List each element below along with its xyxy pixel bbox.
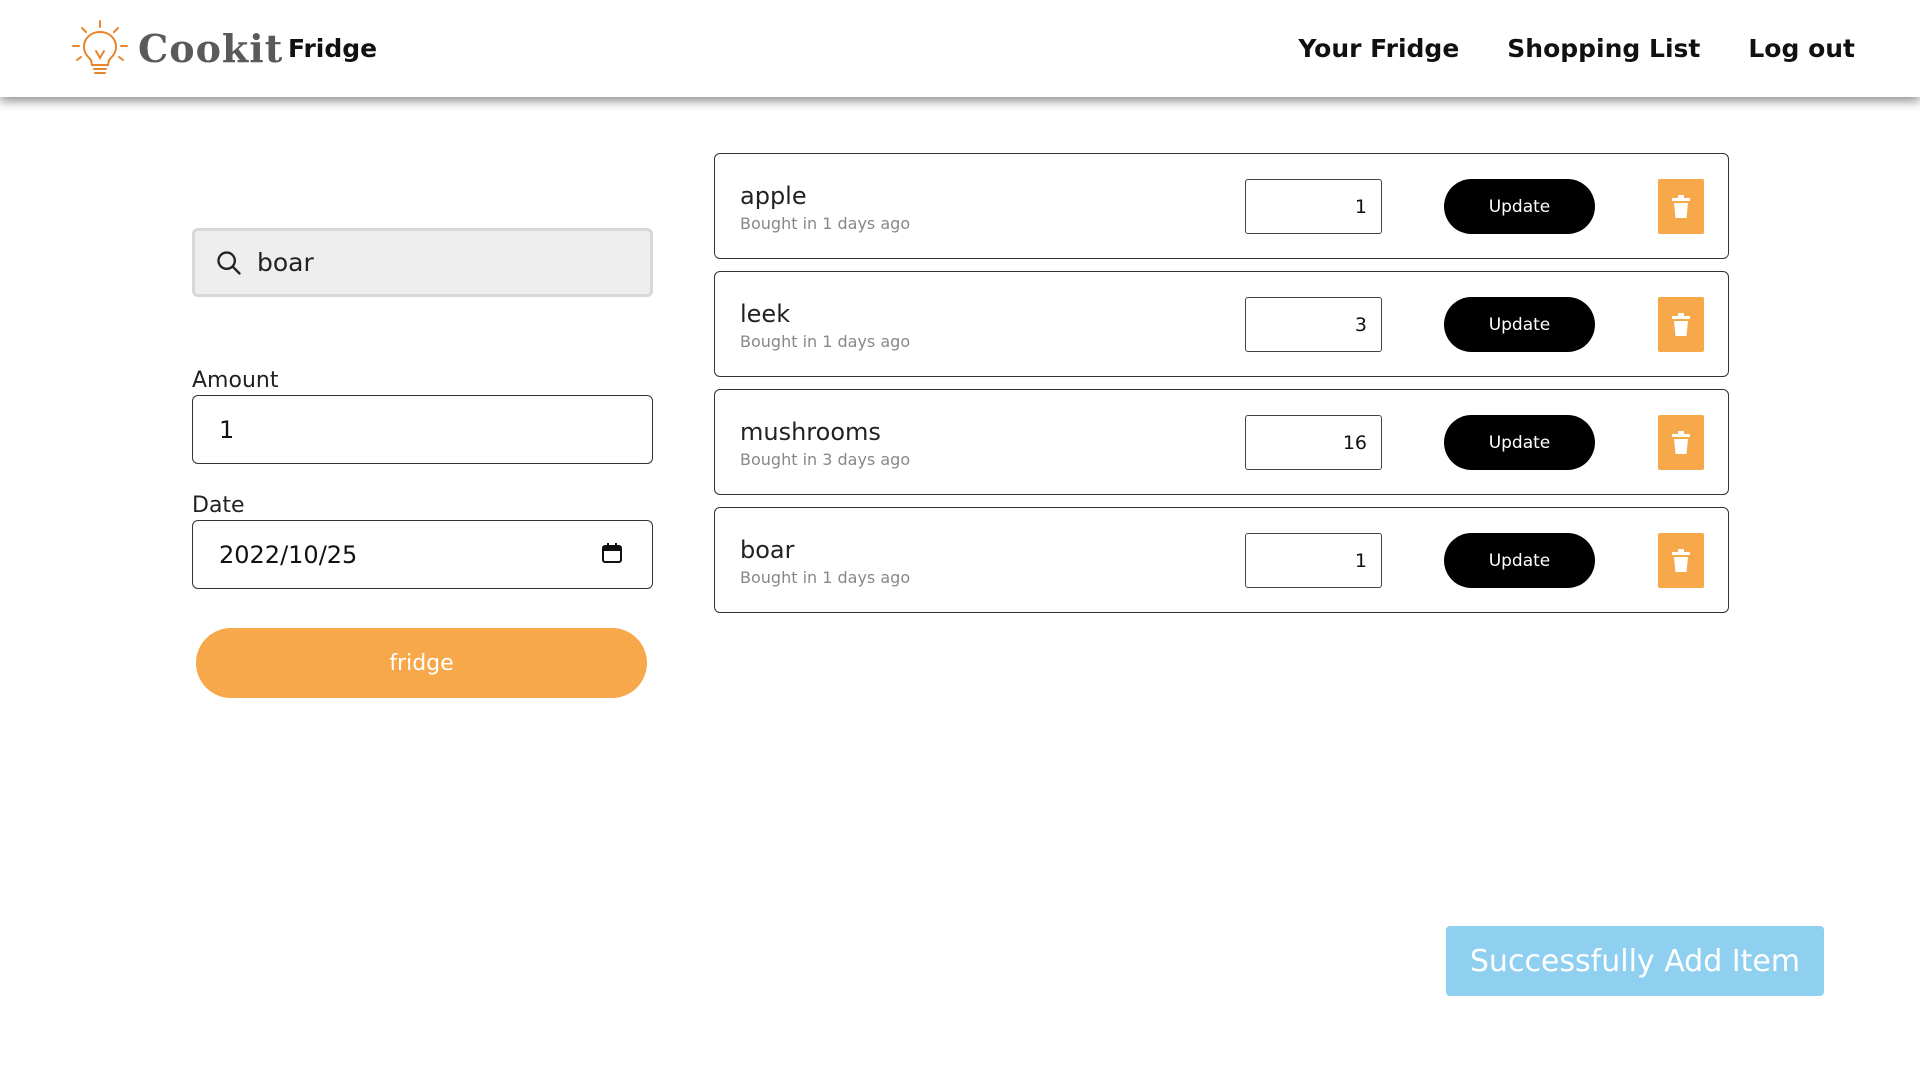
search-input[interactable] bbox=[257, 248, 637, 277]
amount-label: Amount bbox=[192, 368, 279, 393]
delete-button[interactable] bbox=[1658, 415, 1704, 470]
item-bought-date: Bought in 1 days ago bbox=[740, 214, 911, 233]
update-button[interactable]: Update bbox=[1444, 179, 1595, 234]
item-name: mushrooms bbox=[740, 418, 881, 446]
delete-button[interactable] bbox=[1658, 533, 1704, 588]
trash-icon bbox=[1672, 548, 1690, 572]
trash-icon bbox=[1672, 194, 1690, 218]
update-button[interactable]: Update bbox=[1444, 297, 1595, 352]
brand-name: Cookit bbox=[138, 25, 284, 71]
delete-button[interactable] bbox=[1658, 179, 1704, 234]
list-item: boar Bought in 1 days ago Update bbox=[714, 507, 1729, 613]
trash-icon bbox=[1672, 312, 1690, 336]
amount-field[interactable] bbox=[192, 395, 653, 464]
amount-input[interactable] bbox=[219, 415, 559, 444]
page-title: Fridge bbox=[288, 34, 378, 63]
update-button[interactable]: Update bbox=[1444, 533, 1595, 588]
top-navbar: Cookit Fridge Your Fridge Shopping List … bbox=[0, 0, 1920, 97]
nav-shopping-list[interactable]: Shopping List bbox=[1507, 34, 1700, 63]
search-field[interactable] bbox=[192, 228, 653, 297]
list-item: mushrooms Bought in 3 days ago Update bbox=[714, 389, 1729, 495]
lightbulb-icon bbox=[72, 20, 128, 74]
success-toast: Successfully Add Item bbox=[1446, 926, 1824, 996]
item-name: leek bbox=[740, 300, 791, 328]
item-bought-date: Bought in 1 days ago bbox=[740, 568, 911, 587]
add-to-fridge-button[interactable]: fridge bbox=[196, 628, 647, 698]
date-input[interactable] bbox=[219, 540, 559, 569]
date-label: Date bbox=[192, 493, 245, 518]
delete-button[interactable] bbox=[1658, 297, 1704, 352]
nav-log-out[interactable]: Log out bbox=[1748, 34, 1855, 63]
quantity-input[interactable] bbox=[1245, 297, 1382, 352]
quantity-input[interactable] bbox=[1245, 179, 1382, 234]
list-item: leek Bought in 1 days ago Update bbox=[714, 271, 1729, 377]
list-item: apple Bought in 1 days ago Update bbox=[714, 153, 1729, 259]
item-bought-date: Bought in 3 days ago bbox=[740, 450, 911, 469]
item-name: apple bbox=[740, 182, 807, 210]
nav-links: Your Fridge Shopping List Log out bbox=[1298, 34, 1855, 63]
trash-icon bbox=[1672, 430, 1690, 454]
calendar-icon[interactable] bbox=[600, 541, 624, 565]
quantity-input[interactable] bbox=[1245, 415, 1382, 470]
update-button[interactable]: Update bbox=[1444, 415, 1595, 470]
item-name: boar bbox=[740, 536, 795, 564]
date-field[interactable] bbox=[192, 520, 653, 589]
quantity-input[interactable] bbox=[1245, 533, 1382, 588]
nav-your-fridge[interactable]: Your Fridge bbox=[1298, 34, 1459, 63]
item-bought-date: Bought in 1 days ago bbox=[740, 332, 911, 351]
brand[interactable]: Cookit bbox=[70, 16, 283, 80]
search-icon bbox=[217, 250, 241, 275]
